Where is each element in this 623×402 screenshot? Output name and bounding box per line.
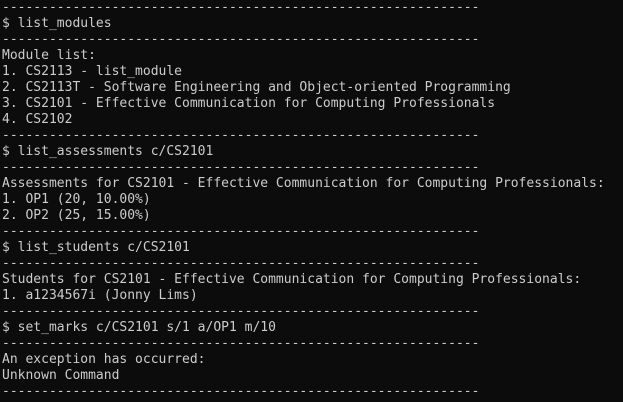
separator-line: ----------------------------------------… (2, 304, 480, 319)
separator-line: ----------------------------------------… (2, 224, 480, 239)
output-line: 1. a1234567i (Jonny Lims) (2, 288, 198, 303)
separator-line: ----------------------------------------… (2, 336, 480, 351)
terminal-window[interactable]: ----------------------------------------… (0, 0, 623, 402)
command-line: $ set_marks c/CS2101 s/1 a/OP1 m/10 (2, 320, 276, 335)
output-line: 3. CS2101 - Effective Communication for … (2, 96, 496, 111)
error-line: An exception has occurred: (2, 352, 206, 367)
separator-line: ----------------------------------------… (2, 0, 480, 15)
output-line: Module list: (2, 48, 96, 63)
output-line: 4. CS2102 (2, 112, 73, 127)
output-line: 2. CS2113T - Software Engineering and Ob… (2, 80, 511, 95)
error-line: Unknown Command (2, 368, 120, 383)
command-line: $ list_modules (2, 16, 112, 31)
output-line: Assessments for CS2101 - Effective Commu… (2, 176, 605, 191)
separator-line: ----------------------------------------… (2, 256, 480, 271)
separator-line: ----------------------------------------… (2, 160, 480, 175)
separator-line: ----------------------------------------… (2, 32, 480, 47)
output-line: 2. OP2 (25, 15.00%) (2, 208, 151, 223)
separator-line: ----------------------------------------… (2, 384, 480, 399)
output-line: 1. CS2113 - list_module (2, 64, 183, 79)
separator-line: ----------------------------------------… (2, 128, 480, 143)
command-line: $ list_assessments c/CS2101 (2, 144, 214, 159)
output-line: Students for CS2101 - Effective Communic… (2, 272, 582, 287)
output-line: 1. OP1 (20, 10.00%) (2, 192, 151, 207)
command-line: $ list_students c/CS2101 (2, 240, 190, 255)
